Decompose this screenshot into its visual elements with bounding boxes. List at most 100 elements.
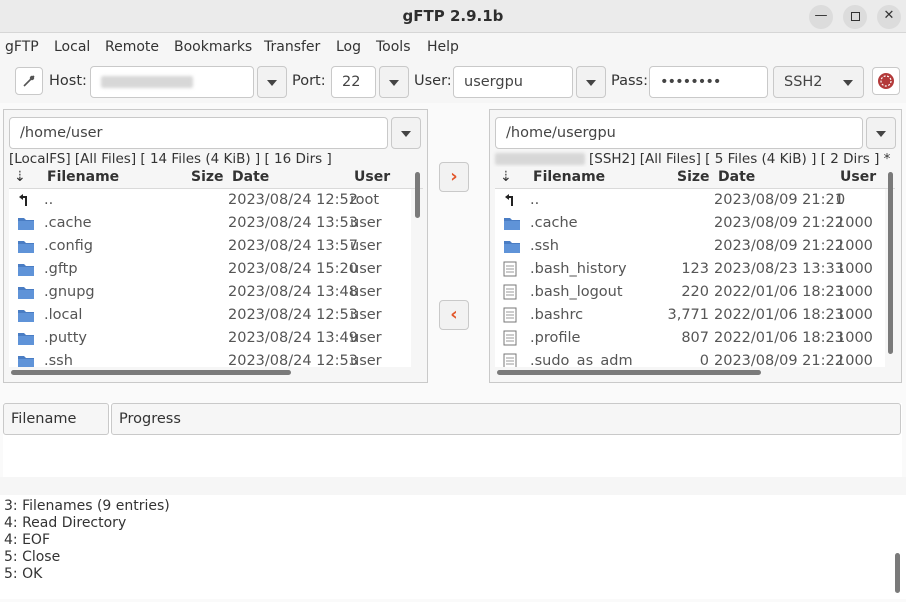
remote-col-filename[interactable]: Filename bbox=[533, 169, 605, 185]
menu-bookmarks[interactable]: Bookmarks bbox=[174, 39, 252, 55]
user-dropdown-button[interactable] bbox=[576, 66, 606, 98]
sort-icon[interactable]: ⇣ bbox=[500, 169, 512, 185]
file-row[interactable]: .ssh 2023/08/09 21:22 1000 bbox=[495, 235, 885, 258]
remote-path-dropdown-button[interactable] bbox=[866, 117, 896, 149]
pane-separator[interactable] bbox=[0, 477, 906, 495]
local-col-size[interactable]: Size bbox=[191, 169, 224, 185]
file-row[interactable]: .bash_history 123 2023/08/23 13:33 1000 bbox=[495, 258, 885, 281]
menu-log[interactable]: Log bbox=[336, 39, 361, 55]
file-name: .bashrc bbox=[530, 307, 584, 323]
folder-icon bbox=[17, 261, 35, 281]
stop-button[interactable] bbox=[872, 67, 900, 95]
menu-transfer[interactable]: Transfer bbox=[264, 39, 320, 55]
connect-button[interactable] bbox=[15, 67, 43, 95]
file-date: 2023/08/24 12:53 bbox=[228, 307, 358, 323]
transfer-col-progress[interactable]: Progress bbox=[111, 403, 901, 435]
folder-icon bbox=[503, 215, 521, 235]
upload-button[interactable]: › bbox=[439, 162, 469, 192]
remote-col-size[interactable]: Size bbox=[677, 169, 710, 185]
host-input[interactable] bbox=[90, 66, 254, 98]
file-row[interactable]: .profile 807 2022/01/06 18:23 1000 bbox=[495, 327, 885, 350]
file-name: .sudo_as_adm bbox=[530, 353, 633, 367]
file-owner: user bbox=[350, 215, 382, 231]
remote-horizontal-scrollbar[interactable] bbox=[497, 370, 761, 375]
folder-icon bbox=[503, 238, 521, 258]
local-path-dropdown-button[interactable] bbox=[391, 117, 421, 149]
sort-icon[interactable]: ⇣ bbox=[14, 169, 26, 185]
remote-list-header: ⇣ Filename Size Date User bbox=[495, 167, 895, 189]
file-name: .config bbox=[44, 238, 93, 254]
port-dropdown-button[interactable] bbox=[379, 66, 409, 98]
connect-icon bbox=[23, 75, 35, 87]
file-row[interactable]: .sudo_as_adm 0 2023/08/09 21:22 1000 bbox=[495, 350, 885, 367]
file-owner: 1000 bbox=[836, 238, 873, 254]
folder-icon bbox=[17, 330, 35, 350]
file-date: 2023/08/09 21:22 bbox=[714, 353, 844, 367]
file-row[interactable]: .bash_logout 220 2022/01/06 18:23 1000 bbox=[495, 281, 885, 304]
local-col-user[interactable]: User bbox=[354, 169, 390, 185]
file-row[interactable]: .gftp 2023/08/24 15:20 user bbox=[9, 258, 411, 281]
file-row[interactable]: .local 2023/08/24 12:53 user bbox=[9, 304, 411, 327]
file-size: 0 bbox=[699, 353, 709, 367]
file-date: 2023/08/24 12:52 bbox=[228, 192, 358, 208]
file-row[interactable]: .cache 2023/08/24 13:53 user bbox=[9, 212, 411, 235]
minimize-button[interactable]: — bbox=[809, 5, 833, 29]
remote-path-input[interactable]: /home/usergpu bbox=[495, 117, 863, 149]
file-name: .putty bbox=[44, 330, 87, 346]
file-size: 220 bbox=[681, 284, 709, 300]
local-horizontal-scrollbar[interactable] bbox=[11, 370, 291, 375]
file-owner: 1000 bbox=[836, 215, 873, 231]
file-row[interactable]: .config 2023/08/24 13:57 user bbox=[9, 235, 411, 258]
menu-gftp[interactable]: gFTP bbox=[5, 39, 39, 55]
transfer-col-filename[interactable]: Filename bbox=[3, 403, 109, 435]
folder-icon bbox=[17, 215, 35, 235]
chevron-down-icon bbox=[267, 80, 277, 86]
menu-tools[interactable]: Tools bbox=[376, 39, 411, 55]
file-row[interactable]: .. 2023/08/24 12:52 root bbox=[9, 189, 411, 212]
local-vertical-scrollbar[interactable] bbox=[415, 172, 420, 218]
local-path-input[interactable]: /home/user bbox=[9, 117, 388, 149]
file-date: 2023/08/09 21:21 bbox=[714, 192, 844, 208]
file-owner: 1000 bbox=[836, 284, 873, 300]
protocol-select[interactable]: SSH2 bbox=[773, 66, 864, 98]
file-owner: user bbox=[350, 284, 382, 300]
remote-col-date[interactable]: Date bbox=[718, 169, 755, 185]
file-row[interactable]: .putty 2023/08/24 13:49 user bbox=[9, 327, 411, 350]
user-input[interactable]: usergpu bbox=[453, 66, 573, 98]
file-name: .ssh bbox=[44, 353, 73, 367]
menu-help[interactable]: Help bbox=[427, 39, 459, 55]
host-dropdown-button[interactable] bbox=[257, 66, 287, 98]
remote-file-list[interactable]: .. 2023/08/09 21:21 0 .cache 2023/08/09 21:2… bbox=[495, 189, 885, 367]
file-row[interactable]: .gnupg 2023/08/24 13:48 user bbox=[9, 281, 411, 304]
file-date: 2023/08/24 13:48 bbox=[228, 284, 358, 300]
remote-col-user[interactable]: User bbox=[840, 169, 876, 185]
file-row[interactable]: .. 2023/08/09 21:21 0 bbox=[495, 189, 885, 212]
file-row[interactable]: .ssh 2023/08/24 12:53 user bbox=[9, 350, 411, 367]
file-row[interactable]: .cache 2023/08/09 21:22 1000 bbox=[495, 212, 885, 235]
log-vertical-scrollbar[interactable] bbox=[895, 553, 900, 593]
port-input[interactable]: 22 bbox=[331, 66, 376, 98]
file-name: .bash_history bbox=[530, 261, 627, 277]
transfer-queue[interactable]: Filename Progress bbox=[3, 403, 902, 477]
log-view[interactable]: 3: Filenames (9 entries) 4: Read Directo… bbox=[0, 495, 906, 599]
chevron-down-icon bbox=[389, 80, 399, 86]
download-button[interactable]: ‹ bbox=[439, 300, 469, 330]
file-owner: user bbox=[350, 330, 382, 346]
chevron-down-icon bbox=[843, 80, 853, 86]
host-label: Host: bbox=[49, 73, 87, 89]
password-input[interactable]: •••••••• bbox=[649, 66, 768, 98]
file-row[interactable]: .bashrc 3,771 2022/01/06 18:23 1000 bbox=[495, 304, 885, 327]
file-size: 807 bbox=[681, 330, 709, 346]
local-file-list[interactable]: .. 2023/08/24 12:52 root .cache 2023/08/24 1… bbox=[9, 189, 411, 367]
menu-local[interactable]: Local bbox=[54, 39, 90, 55]
local-col-filename[interactable]: Filename bbox=[47, 169, 119, 185]
file-date: 2023/08/24 13:57 bbox=[228, 238, 358, 254]
remote-vertical-scrollbar[interactable] bbox=[888, 172, 893, 354]
minimize-icon: — bbox=[814, 8, 828, 23]
file-icon bbox=[503, 284, 517, 304]
maximize-button[interactable] bbox=[843, 5, 867, 29]
close-button[interactable]: ✕ bbox=[877, 5, 901, 29]
menu-remote[interactable]: Remote bbox=[105, 39, 159, 55]
host-value-redacted bbox=[101, 76, 193, 88]
local-col-date[interactable]: Date bbox=[232, 169, 269, 185]
